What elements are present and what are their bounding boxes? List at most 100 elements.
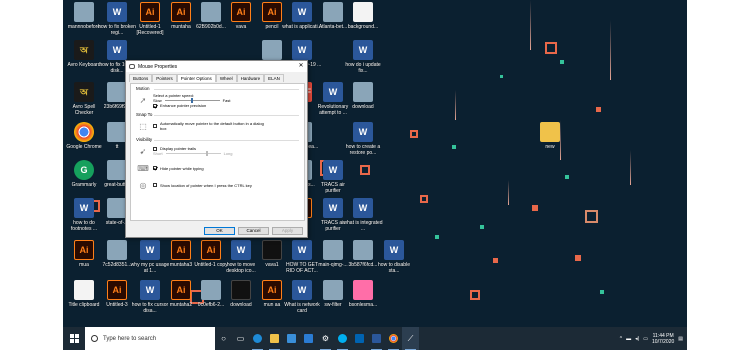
word-file-icon: W [107, 40, 127, 60]
clock[interactable]: 11:44 PM 10/7/2020 [652, 333, 674, 345]
desktop-icon[interactable]: Whow to create a restore po... [344, 122, 382, 164]
snap-to-checkbox[interactable] [153, 124, 157, 128]
img-file-icon [262, 40, 282, 60]
tray-expand-icon[interactable]: ^ [620, 336, 622, 342]
ai-file-icon: Ai [171, 280, 191, 300]
tab-buttons[interactable]: Buttons [129, 74, 153, 82]
desktop-icon[interactable]: Wwhat is integrated ... [343, 198, 383, 240]
tab-wheel[interactable]: Wheel [215, 74, 237, 82]
mouse-settings-taskbar-icon[interactable]: ⟋ [402, 327, 419, 350]
wallpaper-shape [560, 60, 564, 64]
desktop-icon[interactable]: new [531, 122, 569, 164]
edge-icon[interactable] [249, 327, 266, 350]
img-file-icon [201, 2, 221, 22]
desktop-icon[interactable]: download [344, 82, 382, 124]
close-button[interactable]: ✕ [295, 61, 307, 72]
tab-elan[interactable]: ELAN [264, 74, 284, 82]
wallpaper-shape [480, 225, 484, 229]
img-file-icon [107, 160, 127, 180]
black-file-icon [262, 240, 282, 260]
wallpaper-shape [493, 258, 498, 263]
search-icon [91, 335, 98, 342]
snap-to-label: Automatically move pointer to the defaul… [160, 121, 264, 131]
desktop-icon[interactable]: background... [344, 2, 382, 44]
wallpaper-shape [585, 210, 598, 223]
visibility-group: Visibility ➹ Display pointer trails Shor… [136, 137, 299, 192]
word-file-icon: W [74, 198, 94, 218]
img-file-icon [107, 82, 127, 102]
ctrl-locate-label: Show location of pointer when I press th… [160, 182, 252, 188]
desktop-icon[interactable]: Whow do i update fix... [344, 40, 382, 82]
wallpaper-streak [610, 20, 611, 80]
windows-icon [69, 334, 79, 343]
mouse-icon [129, 64, 135, 69]
store-icon[interactable] [283, 327, 300, 350]
dialog-tabs: Buttons Pointers Pointer Options Wheel H… [126, 72, 307, 82]
clock-time: 11:44 PM [652, 332, 674, 339]
word-icon[interactable] [368, 327, 385, 350]
ai-file-icon: Ai [107, 280, 127, 300]
file-explorer-icon[interactable] [266, 327, 283, 350]
desktop-icon-label: how do i update fix... [345, 62, 381, 74]
system-tray: ^ ▬ ◂) ▭ 11:44 PM 10/7/2020 ▤ [620, 327, 687, 350]
wallpaper-shape [532, 205, 538, 211]
notifications-icon[interactable]: ▤ [678, 336, 683, 342]
word-file-icon: W [353, 122, 373, 142]
desktop-icon-label: how to create a restore po... [345, 144, 381, 156]
desktop-icon-label: TRACS air purifier [321, 182, 345, 194]
battery-icon[interactable]: ▭ [643, 336, 648, 342]
hide-pointer-label: Hide pointer while typing [160, 165, 204, 171]
mail-icon[interactable] [300, 327, 317, 350]
ctrl-locate-checkbox[interactable] [153, 183, 157, 187]
tab-hardware[interactable]: Hardware [236, 74, 265, 82]
tab-pointer-options[interactable]: Pointer Options [176, 74, 216, 82]
wallpaper-shape [420, 195, 428, 203]
photos-icon[interactable] [351, 327, 368, 350]
dialog-titlebar[interactable]: Mouse Properties ✕ [126, 61, 307, 72]
cancel-button[interactable]: Cancel [238, 227, 269, 235]
chrome-file-icon [74, 122, 94, 142]
ok-button[interactable]: OK [204, 227, 235, 235]
word-file-icon: W [292, 40, 312, 60]
apply-button[interactable]: Apply [272, 227, 303, 235]
black-file-icon [231, 280, 251, 300]
tab-pointers[interactable]: Pointers [152, 74, 177, 82]
word-file-icon: W [353, 198, 373, 218]
fast-label: Fast [222, 98, 231, 103]
cortana-icon[interactable]: ○ [215, 327, 232, 350]
hide-pointer-checkbox[interactable] [153, 166, 157, 170]
pointer-speed-slider[interactable] [164, 98, 220, 103]
start-button[interactable] [63, 327, 85, 350]
dialog-buttons: OK Cancel Apply [204, 227, 303, 235]
search-placeholder: Type here to search [103, 335, 157, 342]
network-icon[interactable]: ▬ [626, 336, 631, 342]
desktop-icon[interactable]: bsonlesma... [344, 280, 382, 322]
snap-group: Snap To ⬚ Automatically move pointer to … [136, 112, 299, 133]
settings-icon[interactable]: ⚙ [317, 327, 334, 350]
wallpaper-shape [565, 175, 569, 179]
volume-icon[interactable]: ◂) [635, 336, 639, 342]
pointer-trails-checkbox[interactable] [153, 146, 157, 151]
wallpaper-shape [596, 107, 601, 112]
taskbar: Type here to search ○ ▭ ⚙ ⟋ ^ ▬ ◂) ▭ 11:… [63, 327, 687, 350]
avro-file-icon: অ [74, 82, 94, 102]
img-file-icon [74, 2, 94, 22]
img-file-icon [323, 240, 343, 260]
word-file-icon: W [292, 280, 312, 300]
enhance-precision-checkbox[interactable] [153, 103, 157, 108]
taskbar-search[interactable]: Type here to search [85, 327, 215, 350]
slider-thumb[interactable] [191, 98, 194, 103]
task-view-icon[interactable]: ▭ [232, 327, 249, 350]
desktop-icon[interactable]: W TRACS air purifier [314, 160, 352, 202]
chrome-icon[interactable] [385, 327, 402, 350]
pointer-options-panel: Motion ➚ Select a pointer speed: Slow Fa… [130, 83, 305, 221]
img-file-icon [107, 122, 127, 142]
wallpaper-shape [470, 290, 480, 300]
img-file-icon [353, 240, 373, 260]
hide-pointer-icon: ⌨ [137, 163, 149, 173]
desktop-icon[interactable]: Whow to disable sta... [375, 240, 413, 282]
word-file-icon: W [140, 240, 160, 260]
ctrl-locate-icon: ◎ [139, 180, 147, 190]
skype-icon[interactable] [334, 327, 351, 350]
wallpaper-streak [630, 150, 631, 185]
